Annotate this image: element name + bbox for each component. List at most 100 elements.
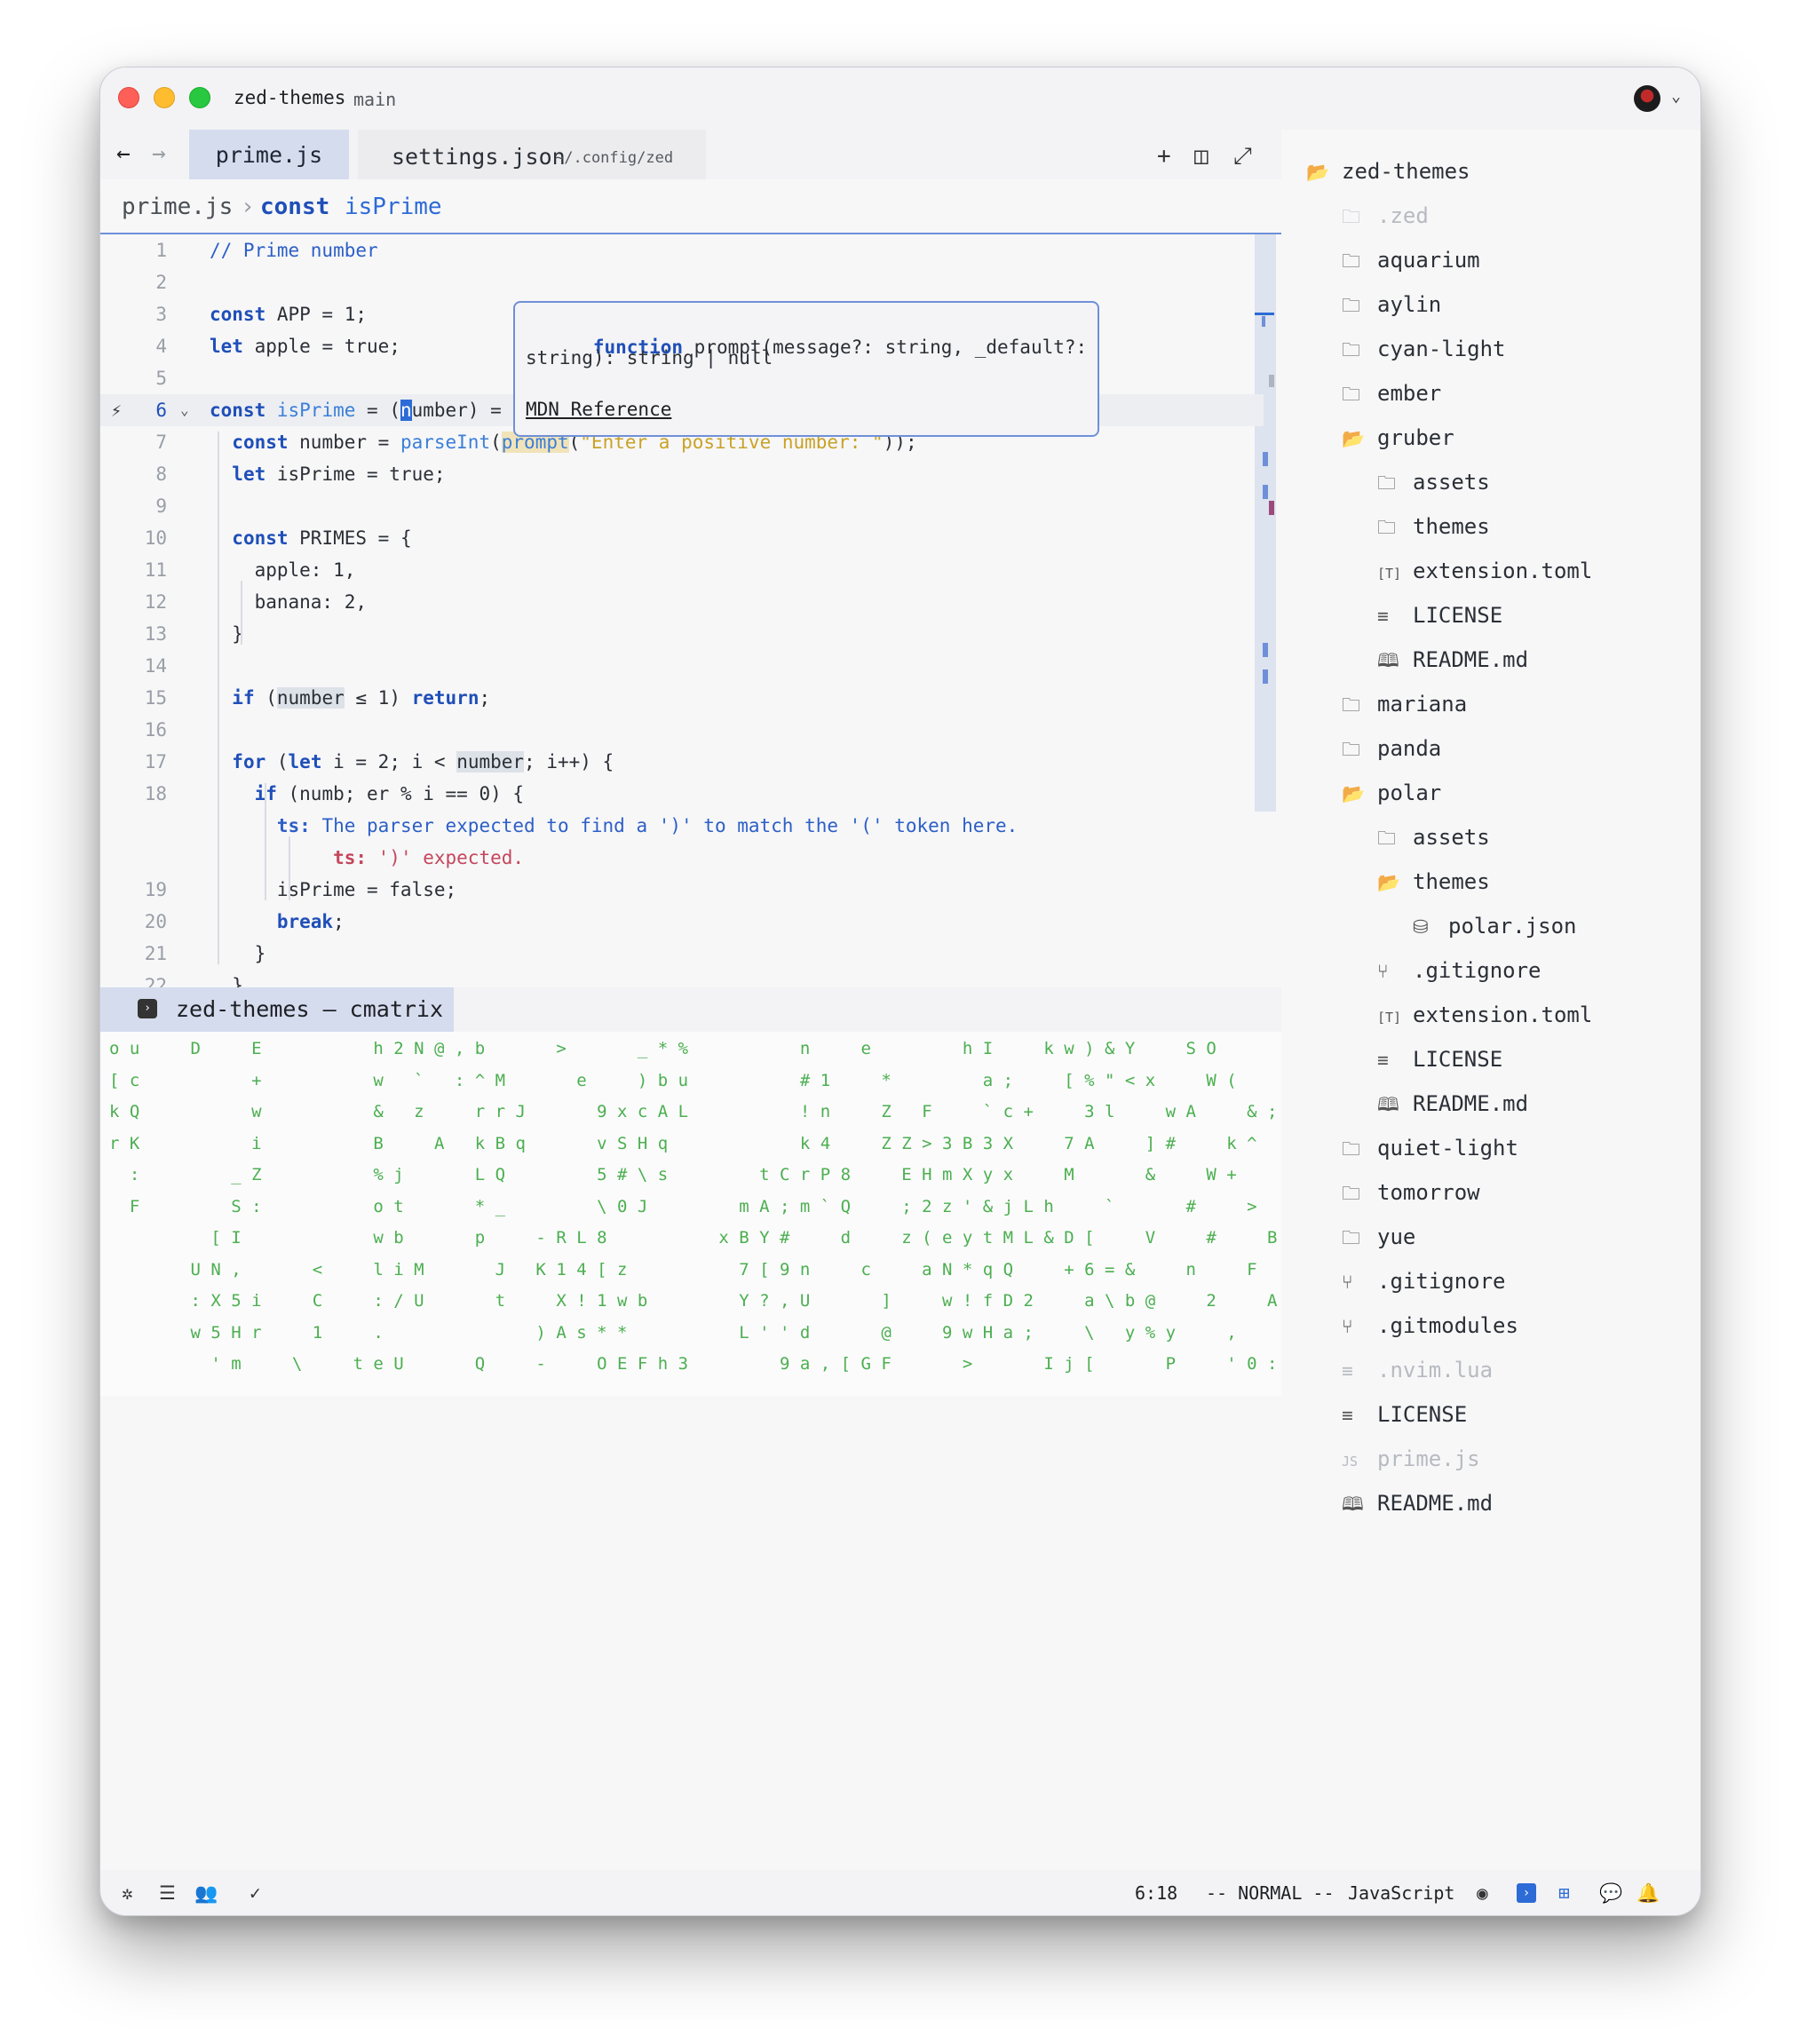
split-pane-icon[interactable]: ◫ [1194, 143, 1209, 170]
code-text[interactable]: if (number ≤ 1) return; [210, 682, 490, 714]
tree-item[interactable]: 🗀 quiet-light [1342, 1126, 1518, 1170]
tree-item[interactable]: ⑂ .gitmodules [1342, 1303, 1518, 1348]
terminal-output[interactable]: o u D E h 2 N @ , b > _ * % n e h I k w … [100, 1032, 1281, 1396]
code-line[interactable]: 10 const PRIMES = { [100, 522, 1264, 554]
tab-prime-js[interactable]: prime.js [189, 130, 349, 179]
code-text[interactable]: } [210, 618, 243, 650]
tree-item[interactable]: ⛁ polar.json [1413, 904, 1577, 948]
breadcrumb[interactable]: prime.js › const isPrime [100, 179, 1281, 234]
tree-item[interactable]: ≡ LICENSE [1377, 593, 1502, 638]
tree-item[interactable]: ⑂ .gitignore [1377, 948, 1541, 993]
code-line[interactable]: 8 let isPrime = true; [100, 458, 1264, 490]
back-arrow-icon[interactable]: ← [116, 140, 131, 167]
code-text[interactable]: isPrime = false; [210, 874, 456, 906]
tree-item[interactable]: 🕮 README.md [1377, 1081, 1528, 1126]
code-line[interactable]: ts: ')' expected. [100, 842, 1264, 874]
close-window-button[interactable] [118, 87, 139, 108]
code-line[interactable]: 21 } [100, 938, 1264, 970]
code-text[interactable]: let apple = true; [210, 330, 400, 362]
tree-item[interactable]: 📂 themes [1377, 860, 1490, 904]
tree-item[interactable]: 📂 zed-themes [1306, 149, 1470, 194]
terminal-tab[interactable]: › zed-themes — cmatrix [100, 987, 454, 1032]
code-line[interactable]: 1 // Prime number [100, 234, 1264, 266]
code-text[interactable]: break; [210, 906, 345, 938]
tree-item[interactable]: 🗀 themes [1377, 504, 1490, 549]
code-line[interactable]: 11 apple: 1, [100, 554, 1264, 586]
tree-item[interactable]: 🕮 README.md [1377, 638, 1528, 682]
chat-icon[interactable]: 💬 [1599, 1882, 1622, 1905]
code-text[interactable]: for (let i = 2; i < number; i++) { [210, 746, 614, 778]
code-line[interactable]: 9 [100, 490, 1264, 522]
code-line[interactable]: 17 for (let i = 2; i < number; i++) { [100, 746, 1264, 778]
tree-item[interactable]: 🗀 cyan-light [1342, 327, 1506, 371]
cursor-position[interactable]: 6:18 [1135, 1882, 1177, 1904]
collab-icon[interactable]: 👥 [194, 1882, 218, 1905]
code-text[interactable]: const APP = 1; [210, 298, 367, 330]
tree-item[interactable]: 🗀 aquarium [1342, 238, 1480, 282]
code-line[interactable]: 20 break; [100, 906, 1264, 938]
code-text[interactable]: if (numb; er % i == 0) { [210, 778, 524, 810]
tree-item[interactable]: 🗀 assets [1377, 815, 1490, 860]
code-text[interactable]: ts: ')' expected. [210, 842, 524, 874]
tree-item[interactable]: 🕮 README.md [1342, 1481, 1493, 1525]
code-line[interactable]: 12 banana: 2, [100, 586, 1264, 618]
tree-item-label: .zed [1377, 203, 1429, 228]
outline-icon[interactable]: ☰ [159, 1882, 176, 1904]
zoom-window-button[interactable] [189, 87, 210, 108]
code-line[interactable]: 13 } [100, 618, 1264, 650]
fold-chevron-icon[interactable]: ⌄ [180, 394, 189, 426]
code-line[interactable]: 2 [100, 266, 1264, 298]
folder-icon: 🗀 [1342, 384, 1360, 405]
tree-item[interactable]: 📂 polar [1342, 771, 1441, 815]
tree-item[interactable]: ≡ .nvim.lua [1342, 1348, 1493, 1392]
tree-item[interactable]: 🗀 panda [1342, 726, 1441, 771]
tree-item[interactable]: 🗀 ember [1342, 371, 1441, 416]
sparkle-icon[interactable]: ✲ [122, 1882, 133, 1904]
code-line[interactable]: 22 } [100, 970, 1264, 987]
code-line[interactable]: 14 [100, 650, 1264, 682]
code-text[interactable]: } [210, 970, 243, 987]
language-selector[interactable]: JavaScript [1348, 1882, 1454, 1904]
code-text[interactable]: // Prime number [210, 234, 378, 266]
tree-item[interactable]: [T] extension.toml [1377, 549, 1592, 593]
tree-item[interactable]: 🗀 mariana [1342, 682, 1467, 726]
code-text[interactable]: apple: 1, [210, 554, 356, 586]
copilot-icon[interactable]: ◉ [1477, 1882, 1488, 1904]
project-name[interactable]: zed-themes [234, 87, 345, 108]
mdn-reference-link[interactable]: MDN Reference [526, 399, 671, 420]
tree-item[interactable]: 🗀 assets [1377, 460, 1490, 504]
tree-item[interactable]: ⑂ .gitignore [1342, 1259, 1506, 1303]
code-action-icon[interactable]: ⚡ [111, 394, 122, 426]
bell-icon[interactable]: 🔔 [1637, 1882, 1660, 1905]
user-avatar[interactable] [1634, 85, 1660, 112]
tree-item[interactable]: 🗀 yue [1342, 1215, 1415, 1259]
branch-name[interactable]: main [353, 89, 396, 110]
forward-arrow-icon[interactable]: → [152, 140, 166, 167]
code-text[interactable]: let isPrime = true; [210, 458, 445, 490]
tree-item[interactable]: 🗀 .zed [1342, 194, 1429, 238]
tree-item[interactable]: ≡ LICENSE [1377, 1037, 1502, 1081]
minimize-window-button[interactable] [154, 87, 175, 108]
code-line[interactable]: 18 if (numb; er % i == 0) { [100, 778, 1264, 810]
tree-item[interactable]: 📂 gruber [1342, 416, 1454, 460]
tree-item[interactable]: 🗀 aylin [1342, 282, 1441, 327]
plus-icon[interactable]: + [1157, 143, 1171, 170]
expand-icon[interactable]: ⤢ [1233, 143, 1252, 170]
tree-item[interactable]: JS prime.js [1342, 1437, 1480, 1481]
check-icon[interactable]: ✓ [250, 1882, 261, 1904]
code-text[interactable]: const isPrime = (number) = [210, 394, 502, 426]
code-text[interactable]: const PRIMES = { [210, 522, 411, 554]
code-line[interactable]: ts: The parser expected to find a ')' to… [100, 810, 1264, 842]
project-panel-icon[interactable]: ⊞ [1558, 1882, 1570, 1904]
code-text[interactable]: banana: 2, [210, 586, 367, 618]
chevron-down-icon[interactable]: ⌄ [1671, 87, 1681, 106]
code-line[interactable]: 16 [100, 714, 1264, 746]
tree-item[interactable]: [T] extension.toml [1377, 993, 1592, 1037]
code-line[interactable]: 19 isPrime = false; [100, 874, 1264, 906]
tree-item[interactable]: 🗀 tomorrow [1342, 1170, 1480, 1215]
code-line[interactable]: 15 if (number ≤ 1) return; [100, 682, 1264, 714]
matrix-row: o u D E h 2 N @ , b > _ * % n e h I k w … [109, 1039, 1281, 1058]
code-text[interactable]: ts: The parser expected to find a ')' to… [210, 810, 1018, 842]
terminal-toggle-icon[interactable]: › [1517, 1883, 1536, 1903]
tree-item[interactable]: ≡ LICENSE [1342, 1392, 1467, 1437]
